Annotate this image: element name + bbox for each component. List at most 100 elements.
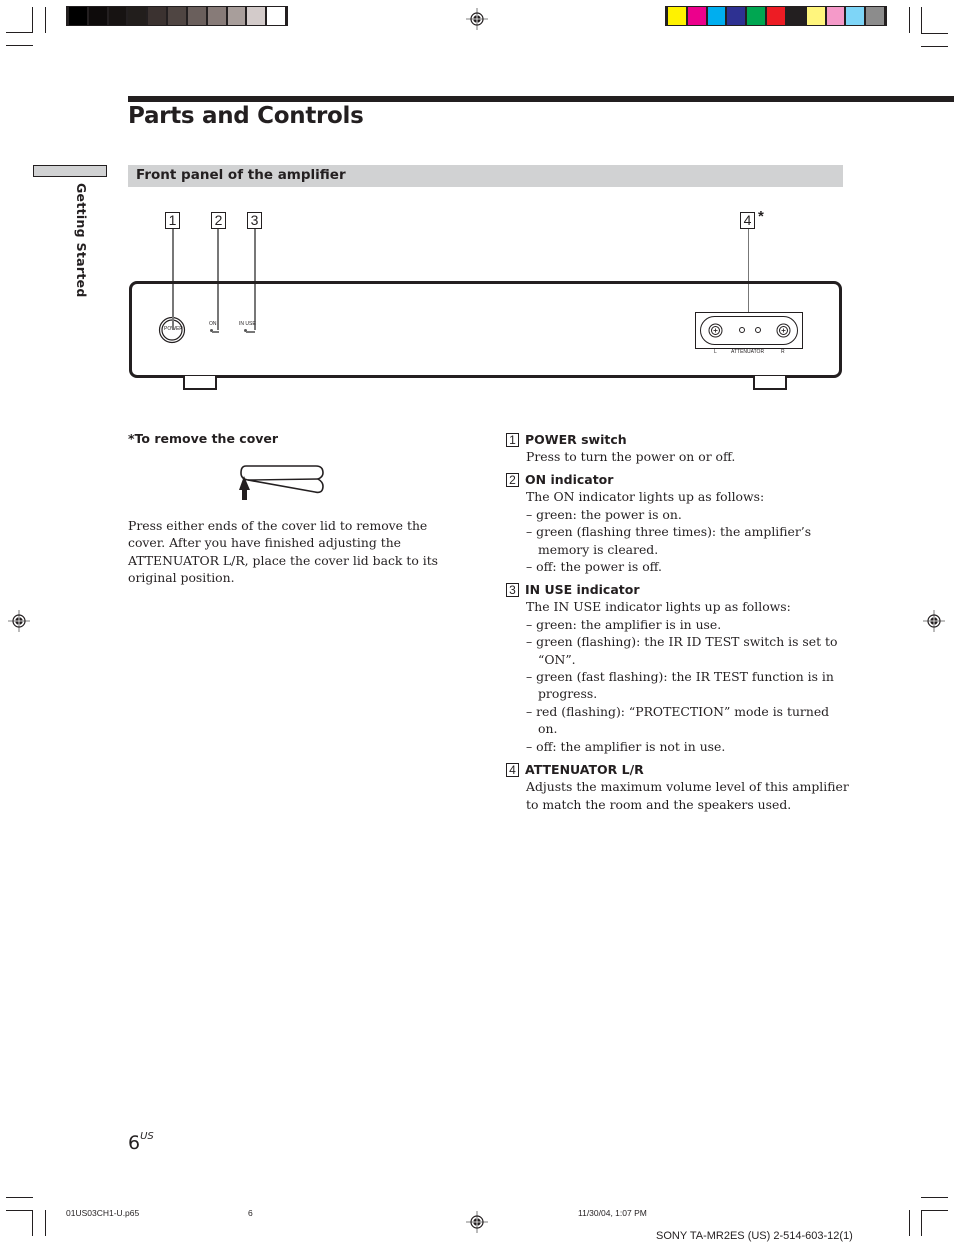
color-swatch xyxy=(88,7,107,25)
color-swatch xyxy=(168,7,186,25)
part-body: Adjusts the maximum volume level of this… xyxy=(506,778,851,813)
part-body: Press to turn the power on or off. xyxy=(506,448,851,465)
footer-file-page: 6 xyxy=(248,1208,253,1218)
cover-note-text: Press either ends of the cover lid to re… xyxy=(128,518,439,586)
crop-mark xyxy=(6,1210,33,1211)
title-rule xyxy=(128,96,954,102)
part-bullet: – red (flashing): “PROTECTION” mode is t… xyxy=(526,703,830,737)
color-swatch xyxy=(846,7,865,25)
callout-4-asterisk: * xyxy=(758,208,764,225)
amplifier-foot-right xyxy=(753,376,787,390)
amplifier-foot-left xyxy=(183,376,217,390)
part-bullet: – green: the power is on. xyxy=(526,506,682,522)
cover-note-heading: *To remove the cover xyxy=(128,431,279,446)
footer-timestamp: 11/30/04, 1:07 PM xyxy=(578,1208,647,1218)
part-number-box: 2 xyxy=(506,472,519,487)
callout-2: 2 xyxy=(211,212,226,229)
color-swatch xyxy=(767,7,785,25)
crop-mark xyxy=(32,7,33,33)
color-swatch xyxy=(267,7,285,25)
part-bullet: – green (fast flashing): the IR TEST fun… xyxy=(526,669,834,702)
crop-mark xyxy=(921,1210,922,1236)
attenuator-led-left xyxy=(739,327,745,333)
color-swatch xyxy=(727,7,746,25)
callout-1: 1 xyxy=(165,212,180,229)
part-title: IN USE indicator xyxy=(525,582,640,598)
color-swatch xyxy=(806,7,825,25)
color-swatch xyxy=(707,7,726,25)
registration-mark-icon xyxy=(923,610,945,632)
leader-line-1-lower xyxy=(172,316,174,330)
part-description: The ON indicator lights up as follows: xyxy=(526,489,765,505)
crop-mark xyxy=(45,7,46,33)
color-swatch xyxy=(69,7,87,25)
color-swatch xyxy=(786,7,805,25)
part-title: ATTENUATOR L/R xyxy=(525,762,644,778)
side-tab-marker xyxy=(33,165,107,177)
in-use-indicator-label: IN USE xyxy=(239,321,256,327)
part-bullet: – off: the power is off. xyxy=(526,559,662,575)
crop-mark xyxy=(921,46,948,47)
attenuator-label: ATTENUATOR xyxy=(731,349,765,355)
crop-mark xyxy=(32,1210,33,1236)
color-swatch xyxy=(747,7,766,25)
part-item-header: 3 IN USE indicator xyxy=(506,581,851,598)
part-item-header: 4 ATTENUATOR L/R xyxy=(506,761,851,778)
color-swatch xyxy=(207,7,226,25)
registration-mark-icon xyxy=(466,1211,488,1233)
crop-mark xyxy=(6,1197,33,1198)
color-swatch xyxy=(108,7,127,25)
side-tab-label: Getting Started xyxy=(74,183,89,298)
crop-mark xyxy=(921,1210,948,1211)
attenuator-left-label: L xyxy=(714,349,717,355)
part-description: Press to turn the power on or off. xyxy=(526,449,736,464)
page-number-value: 6 xyxy=(128,1132,141,1154)
registration-mark-icon xyxy=(8,610,30,632)
part-item-header: 1 POWER switch xyxy=(506,431,851,448)
on-indicator-label: ON xyxy=(209,321,217,327)
color-swatch xyxy=(128,7,147,25)
leader-hook-3 xyxy=(246,329,255,333)
cover-note: *To remove the cover Press either ends o… xyxy=(128,431,448,587)
crop-mark xyxy=(921,33,948,34)
footer-model-code: SONY TA-MR2ES (US) 2-514-603-12(1) xyxy=(656,1230,853,1242)
page-title: Parts and Controls xyxy=(128,103,364,129)
color-swatch xyxy=(826,7,845,25)
part-item: 1 POWER switch Press to turn the power on … xyxy=(506,431,851,465)
page-number-suffix: US xyxy=(140,1131,154,1142)
part-body: The IN USE indicator lights up as follow… xyxy=(506,598,851,755)
color-swatch xyxy=(187,7,206,25)
grayscale-color-bar xyxy=(66,6,288,26)
process-color-bar xyxy=(665,6,887,26)
page-number: 6US xyxy=(128,1131,154,1154)
part-description: Adjusts the maximum volume level of this… xyxy=(526,779,849,812)
part-title: POWER switch xyxy=(525,432,627,447)
part-bullet: – green: the amplifier is in use. xyxy=(526,616,722,632)
parts-list: 1 POWER switch Press to turn the power on … xyxy=(506,431,851,819)
color-swatch xyxy=(866,7,884,25)
color-swatch xyxy=(247,7,266,25)
crop-mark xyxy=(909,7,910,33)
crop-mark xyxy=(921,7,922,33)
part-title: ON indicator xyxy=(525,472,614,488)
part-number-box: 3 xyxy=(506,582,519,597)
crop-mark xyxy=(6,45,33,46)
part-bullet: – green (flashing): the IR ID TEST switc… xyxy=(526,634,838,667)
crop-mark xyxy=(909,1210,910,1236)
crop-mark xyxy=(45,1210,46,1236)
part-number-box: 4 xyxy=(506,762,519,777)
color-swatch xyxy=(148,7,167,25)
color-swatch xyxy=(687,7,706,25)
attenuator-led-right xyxy=(755,327,761,333)
part-body: The ON indicator lights up as follows: – … xyxy=(506,488,851,575)
color-swatch xyxy=(227,7,246,25)
attenuator-left-knob-icon[interactable] xyxy=(708,323,723,338)
section-title: Front panel of the amplifier xyxy=(136,167,346,183)
footer-file-name: 01US03CH1-U.p65 xyxy=(66,1208,140,1218)
attenuator-right-knob-icon[interactable] xyxy=(776,323,791,338)
part-item: 3 IN USE indicator The IN USE indicator li… xyxy=(506,581,851,755)
part-description: The IN USE indicator lights up as follow… xyxy=(526,599,791,615)
part-item: 4 ATTENUATOR L/R Adjusts the maximum volum… xyxy=(506,761,851,813)
part-item-header: 2 ON indicator xyxy=(506,471,851,488)
crop-mark xyxy=(921,1197,948,1198)
